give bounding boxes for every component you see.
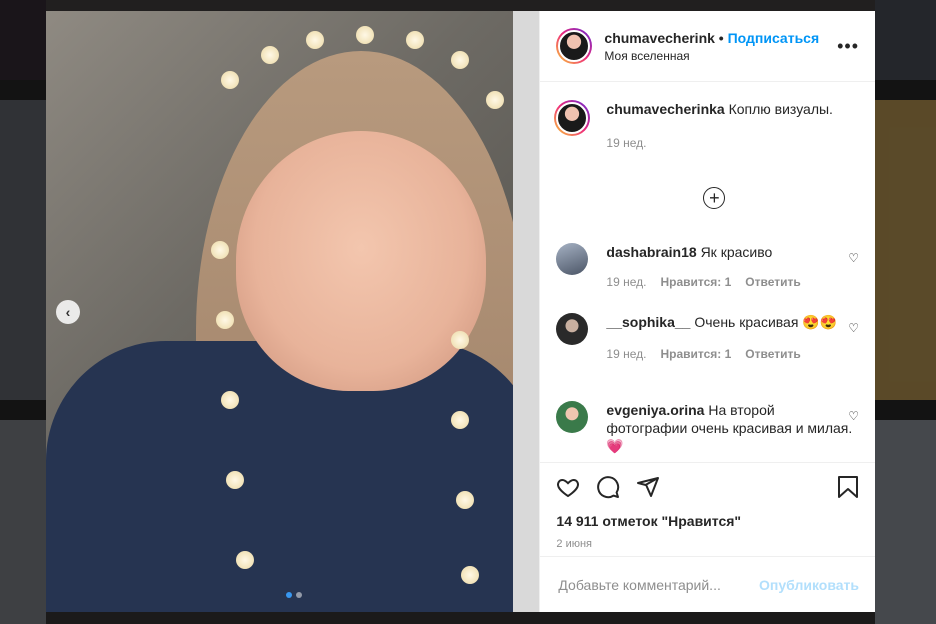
chevron-left-icon: ‹ — [65, 304, 71, 320]
photo-flower — [356, 26, 374, 44]
comment-input[interactable] — [556, 575, 760, 594]
publish-button[interactable]: Опубликовать — [759, 577, 859, 593]
more-options-icon[interactable]: ••• — [837, 36, 859, 57]
photo-flower — [306, 31, 324, 49]
carousel-dot-active — [286, 592, 292, 598]
likes-count[interactable]: 14 911 отметок "Нравится" — [556, 513, 859, 529]
comment-time[interactable]: 19 нед. — [606, 345, 646, 363]
photo-flower — [211, 241, 229, 259]
comment-time[interactable]: 19 нед. — [606, 273, 646, 291]
load-more-comments-button[interactable]: + — [703, 187, 726, 209]
author-subtitle[interactable]: Моя вселенная — [604, 49, 837, 63]
caption-username[interactable]: chumavecherinka — [606, 101, 724, 117]
comment-text: Як красиво — [700, 244, 773, 260]
photo-face — [236, 131, 486, 391]
heart-icon[interactable]: ♡ — [848, 251, 859, 265]
post-actions: 14 911 отметок "Нравится" 2 июня — [540, 462, 875, 558]
comment-item: dashabrain18 Як красиво 19 нед. Нравится:… — [556, 243, 859, 291]
author-avatar[interactable] — [556, 28, 593, 64]
carousel-dot — [296, 592, 302, 598]
photo-flower — [221, 71, 239, 89]
comment-username[interactable]: dashabrain18 — [606, 244, 696, 260]
comment-username[interactable]: __sophika__ — [606, 314, 690, 330]
photo-flower — [456, 491, 474, 509]
bookmark-icon[interactable] — [837, 475, 859, 499]
caption-time[interactable]: 19 нед. — [606, 134, 646, 152]
author-info: chumavecherink • Подписаться Моя вселенн… — [604, 30, 837, 63]
like-heart-icon[interactable] — [556, 475, 580, 499]
heart-icon[interactable]: ♡ — [848, 409, 859, 423]
carousel-prev-button[interactable]: ‹ — [56, 300, 80, 324]
comment-username[interactable]: evgeniya.orina — [606, 402, 704, 418]
comment-likes[interactable]: Нравится: 1 — [660, 345, 731, 363]
post-photo[interactable]: ‹ — [46, 11, 540, 612]
comment-avatar[interactable] — [556, 401, 589, 433]
plus-icon: + — [709, 187, 720, 208]
comment-item: evgeniya.orina На второй фотографии очен… — [556, 401, 859, 455]
caption: chumavecherinka Коплю визуалы. 19 нед. — [554, 100, 859, 152]
photo-flower — [451, 331, 469, 349]
comment-item: __sophika__ Очень красивая 😍😍 19 нед. Нра… — [556, 313, 859, 363]
caption-avatar[interactable] — [554, 100, 591, 136]
comments-list: chumavecherinka Коплю визуалы. 19 нед. +… — [540, 83, 875, 461]
photo-flower — [451, 51, 469, 69]
author-username[interactable]: chumavecherink — [604, 30, 715, 46]
photo-flower — [236, 551, 254, 569]
avatar-image — [558, 30, 591, 62]
post-date[interactable]: 2 июня — [556, 538, 859, 550]
photo-flower — [451, 411, 469, 429]
photo-flower — [486, 91, 504, 109]
carousel-dots — [286, 592, 302, 598]
avatar-image — [556, 102, 589, 134]
comment-likes[interactable]: Нравится: 1 — [660, 273, 731, 291]
heart-icon[interactable]: ♡ — [848, 321, 859, 335]
post-sidebar: chumavecherink • Подписаться Моя вселенн… — [539, 11, 875, 612]
reply-button[interactable]: Ответить — [745, 273, 800, 291]
follow-button[interactable]: Подписаться — [728, 30, 820, 46]
photo-gutter — [513, 11, 540, 612]
post-header: chumavecherink • Подписаться Моя вселенн… — [540, 11, 875, 82]
add-comment-bar: Опубликовать — [540, 556, 875, 612]
photo-flower — [261, 46, 279, 64]
comment-icon[interactable] — [596, 475, 620, 499]
share-icon[interactable] — [636, 475, 660, 499]
header-separator: • — [714, 29, 728, 46]
comment-avatar[interactable] — [556, 243, 589, 275]
comment-avatar[interactable] — [556, 313, 589, 345]
photo-flower — [406, 31, 424, 49]
reply-button[interactable]: Ответить — [745, 345, 800, 363]
comment-text: Очень красивая 😍😍 — [694, 314, 838, 330]
photo-flower — [461, 566, 479, 584]
caption-text: Коплю визуалы. — [728, 101, 833, 117]
post-modal: ‹ chumavecherink • Подписаться Моя вселе… — [46, 11, 875, 612]
photo-flower — [221, 391, 239, 409]
photo-flower — [226, 471, 244, 489]
photo-flower — [216, 311, 234, 329]
